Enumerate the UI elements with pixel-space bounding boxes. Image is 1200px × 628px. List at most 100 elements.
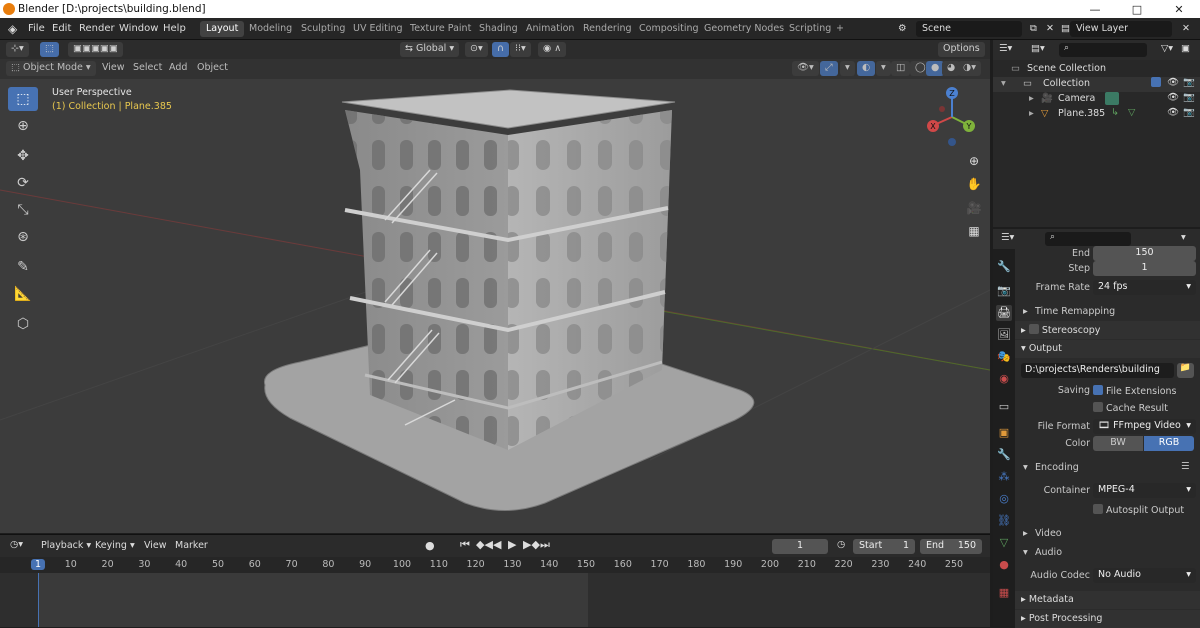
modifier-icon[interactable]: ↳: [1111, 107, 1119, 118]
time-remapping-subpanel[interactable]: ▸ Time Remapping: [1015, 303, 1200, 321]
prev-keyframe-icon[interactable]: ◆◀: [476, 538, 493, 551]
cache-result-checkbox[interactable]: Cache Result: [1093, 402, 1168, 414]
viewport-menu-add[interactable]: Add: [169, 62, 187, 73]
add-cube-tool-icon[interactable]: ⬡: [8, 312, 38, 336]
camera-view-icon[interactable]: 🎥: [963, 197, 985, 219]
view-layer-tab-icon[interactable]: 🖼: [996, 327, 1012, 343]
frame-step-field[interactable]: 1: [1093, 261, 1196, 276]
pan-hand-icon[interactable]: ✋: [963, 173, 985, 195]
properties-search-input[interactable]: ⌕: [1045, 232, 1131, 246]
stereoscopy-checkbox[interactable]: [1028, 324, 1039, 334]
collection-tab-icon[interactable]: ▭: [996, 399, 1012, 415]
gizmo-options-icon[interactable]: ▾: [840, 61, 855, 76]
menu-edit[interactable]: Edit: [52, 23, 71, 34]
navigation-gizmo[interactable]: Z X Y: [920, 85, 982, 147]
output-panel-header[interactable]: ▾ Output: [1015, 340, 1200, 358]
maximize-button[interactable]: □: [1116, 0, 1158, 18]
next-keyframe-icon[interactable]: ▶◆: [523, 538, 540, 551]
scene-icon[interactable]: ⚙: [892, 21, 913, 37]
select-box-icon[interactable]: ⬚: [40, 42, 59, 57]
file-extensions-checkbox[interactable]: File Extensions: [1093, 385, 1177, 397]
visibility-eye-icon[interactable]: 👁: [1167, 77, 1179, 88]
camera-data-icon[interactable]: [1105, 92, 1119, 105]
snapping-options-icon[interactable]: ⁝⁝▾: [510, 42, 531, 57]
gizmo-toggle-icon[interactable]: ⤢: [820, 61, 838, 76]
play-icon[interactable]: ▶: [508, 538, 516, 551]
timeline-track-area[interactable]: [0, 573, 990, 627]
jump-end-icon[interactable]: ⏭: [540, 538, 550, 552]
video-subpanel-header[interactable]: ▸ Video: [1015, 525, 1200, 543]
add-workspace-button[interactable]: +: [830, 21, 850, 37]
cursor-tool-icon[interactable]: ⊕: [8, 114, 38, 138]
frame-end-field[interactable]: 150: [1093, 246, 1196, 261]
audio-subpanel-header[interactable]: ▾ Audio: [1015, 544, 1200, 562]
timeline-menu-playback[interactable]: Playback ▾: [41, 540, 91, 551]
tab-texture-paint[interactable]: Texture Paint: [404, 21, 477, 37]
scale-tool-icon[interactable]: ⤡: [8, 198, 38, 222]
menu-window[interactable]: Window: [119, 23, 158, 34]
visibility-eye-icon[interactable]: 👁: [1167, 92, 1179, 103]
mesh-data-icon[interactable]: ▽: [1128, 107, 1135, 118]
timeline-editor-type-icon[interactable]: ◷▾: [10, 539, 23, 550]
transform-orientation-dropdown[interactable]: ⇆ Global ▾: [400, 42, 460, 57]
current-frame-field[interactable]: 1: [772, 539, 828, 554]
tab-shading[interactable]: Shading: [473, 21, 524, 37]
post-processing-panel-header[interactable]: ▸ Post Processing: [1015, 610, 1200, 628]
snap-icon[interactable]: ∩: [492, 42, 509, 57]
annotate-tool-icon[interactable]: ✎: [8, 255, 38, 279]
3d-viewport[interactable]: ⊹▾ ⬚ ▣▣▣▣▣ ⇆ Global ▾ ⊙▾ ∩ ⁝⁝▾ ◉ ∧ Optio…: [0, 40, 990, 533]
output-path-input[interactable]: D:\projects\Renders\building: [1021, 363, 1174, 378]
zoom-icon[interactable]: ⊕: [963, 150, 985, 172]
select-tool-icon[interactable]: ⬚: [8, 87, 38, 111]
timeline-menu-view[interactable]: View: [144, 540, 167, 551]
audio-codec-dropdown[interactable]: No Audio ▾: [1093, 568, 1196, 583]
transform-tool-icon[interactable]: ⊛: [8, 225, 38, 249]
folder-browse-icon[interactable]: 📁: [1177, 363, 1194, 378]
outliner-panel[interactable]: ☰▾ ▤▾ ⌕ ▽▾ ▣ ▭ Scene Collection ▾ ▭ Coll…: [993, 40, 1200, 227]
color-rgb-button[interactable]: RGB: [1144, 436, 1194, 451]
mode-dropdown[interactable]: ⬚ Object Mode ▾: [6, 61, 96, 76]
output-tab-icon[interactable]: 🖨: [996, 305, 1012, 321]
modifier-tab-icon[interactable]: 🔧: [996, 447, 1012, 463]
menu-help[interactable]: Help: [163, 23, 186, 34]
texture-tab-icon[interactable]: ▦: [996, 585, 1012, 601]
move-tool-icon[interactable]: ✥: [8, 144, 38, 168]
render-tab-icon[interactable]: 📷: [996, 283, 1012, 299]
data-tab-icon[interactable]: ▽: [996, 535, 1012, 551]
metadata-panel-header[interactable]: ▸ Metadata: [1015, 591, 1200, 609]
file-format-dropdown[interactable]: 🎞 FFmpeg Video ▾: [1093, 419, 1196, 434]
timeline-ruler[interactable]: 1 10 20 30 40 50 60 70 80 90 100 110 120 130 140 150 160…: [0, 557, 990, 573]
shading-rendered-icon[interactable]: ◑▾: [958, 61, 982, 76]
tab-rendering[interactable]: Rendering: [577, 21, 638, 37]
render-camera-icon[interactable]: 📷: [1183, 92, 1195, 103]
timeline-menu-marker[interactable]: Marker: [175, 540, 208, 551]
object-tab-icon[interactable]: ▣: [996, 425, 1012, 441]
play-reverse-icon[interactable]: ◀: [493, 538, 501, 551]
menu-file[interactable]: File: [28, 23, 45, 34]
timeline-menu-keying[interactable]: Keying ▾: [95, 540, 135, 551]
delete-view-layer-icon[interactable]: ✕: [1176, 21, 1196, 37]
outliner-search-input[interactable]: ⌕: [1059, 43, 1147, 57]
tab-sculpting[interactable]: Sculpting: [295, 21, 351, 37]
scene-selector[interactable]: Scene: [916, 21, 1022, 37]
tab-animation[interactable]: Animation: [520, 21, 580, 37]
selection-mode-icons[interactable]: ▣▣▣▣▣: [68, 42, 123, 57]
start-frame-field[interactable]: Start 1: [853, 539, 915, 554]
filter-icon[interactable]: ▽▾: [1161, 43, 1173, 54]
editor-type-icon[interactable]: ⊹▾: [6, 42, 29, 57]
ortho-grid-icon[interactable]: ▦: [963, 220, 985, 242]
view-layer-selector[interactable]: View Layer: [1070, 21, 1172, 37]
color-bw-button[interactable]: BW: [1093, 436, 1143, 451]
preview-range-icon[interactable]: ◷: [837, 539, 845, 550]
render-camera-icon[interactable]: 📷: [1183, 77, 1195, 88]
presets-list-icon[interactable]: ☰: [1181, 461, 1190, 472]
timeline-editor[interactable]: ◷▾ Playback ▾ Keying ▾ View Marker ● ⏮ ◆…: [0, 534, 990, 627]
pivot-point-icon[interactable]: ⊙▾: [465, 42, 488, 57]
world-tab-icon[interactable]: ◉: [996, 371, 1012, 387]
new-collection-icon[interactable]: ▣: [1181, 43, 1190, 54]
proportional-editing-icon[interactable]: ◉ ∧: [538, 42, 567, 57]
visibility-eye-icon[interactable]: 👁: [1167, 107, 1179, 118]
stereoscopy-panel-header[interactable]: ▸ Stereoscopy: [1015, 321, 1200, 339]
xray-icon[interactable]: ◫: [891, 61, 910, 76]
tab-uv-editing[interactable]: UV Editing: [347, 21, 409, 37]
